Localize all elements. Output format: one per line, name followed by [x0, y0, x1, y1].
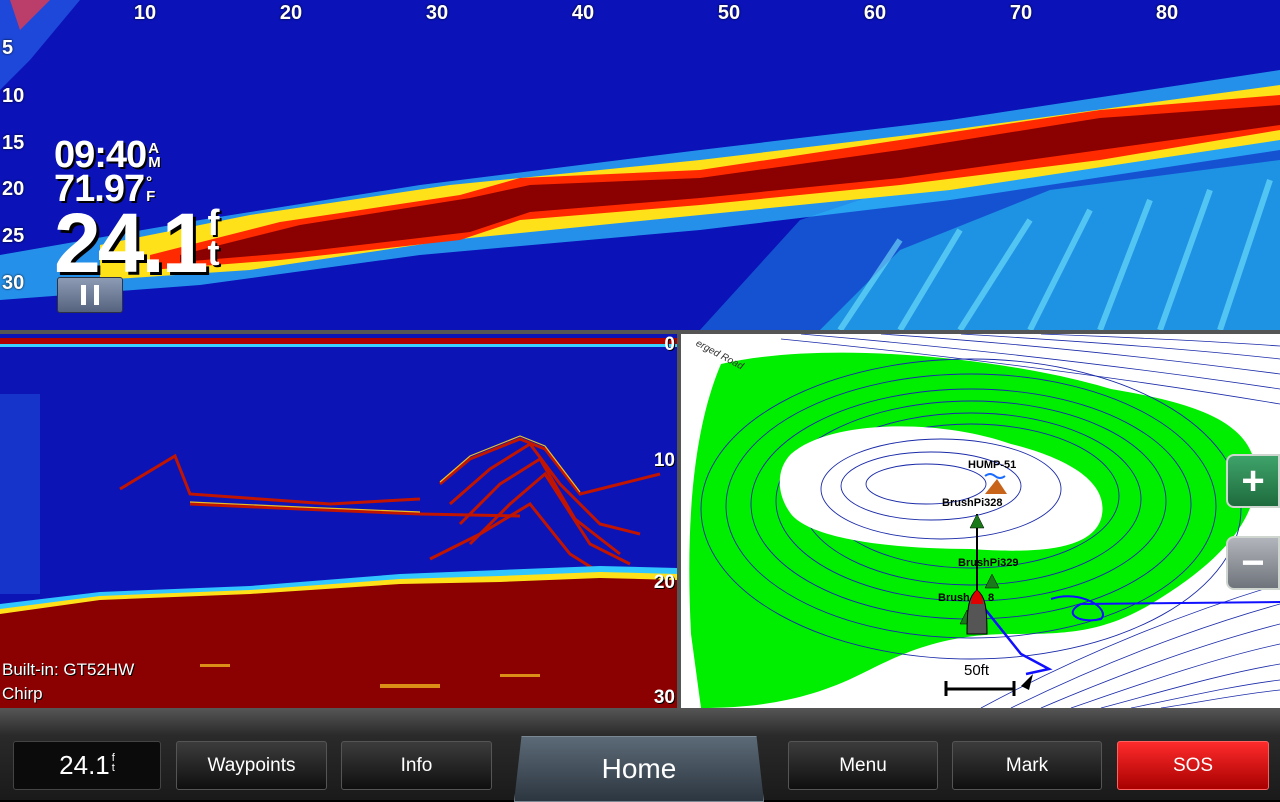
bottom-toolbar: 24.1 f t Waypoints Info Home Menu Mark S…	[0, 708, 1280, 802]
livescope-pane[interactable]: 10 20 30 40 50 60 70 80 5 10 15 20 25 30…	[0, 0, 1280, 330]
depth-tick: 10	[2, 85, 25, 107]
waypoint-label[interactable]: BrushPi329	[958, 557, 1019, 569]
pause-button[interactable]	[57, 277, 123, 313]
waypoints-button[interactable]: Waypoints	[176, 741, 327, 790]
data-overlay: 09:40 A M 71.97 ° F 24.1 f t	[54, 134, 220, 290]
home-button[interactable]: Home	[514, 736, 764, 802]
range-tick: 30	[425, 2, 449, 24]
minus-icon: −	[1241, 540, 1265, 585]
range-tick: 70	[1009, 2, 1033, 24]
sonar-depth-tick: 30	[653, 687, 675, 708]
sonar-pane[interactable]: 0 10 20 30 Built-in: GT52HW Chirp	[0, 334, 677, 708]
chart-map	[681, 334, 1280, 708]
sonar-depth-tick: 10	[653, 450, 675, 471]
scale-label: 50ft	[964, 662, 990, 679]
zoom-out-button[interactable]: −	[1226, 536, 1280, 590]
pause-icon	[94, 285, 99, 305]
depth-readout-large: 24.1 f t	[54, 196, 220, 290]
sonar-image	[0, 334, 677, 708]
depth-readout-unit-f: f	[111, 751, 115, 764]
sonar-depth-tick: 20	[653, 572, 675, 593]
pause-icon	[81, 285, 86, 305]
depth-tick: 25	[2, 225, 25, 247]
depth-unit-t: t	[207, 232, 220, 273]
depth-readout-value: 24.1	[59, 750, 110, 780]
depth-tick: 30	[2, 272, 25, 294]
waypoint-label[interactable]: 8	[988, 592, 994, 604]
range-tick: 10	[133, 2, 157, 24]
sonar-depth-tick: 0	[664, 334, 675, 355]
zoom-in-button[interactable]: +	[1226, 454, 1280, 508]
depth-tick: 5	[2, 37, 14, 59]
waypoint-label[interactable]: Brush	[938, 592, 970, 604]
mark-button[interactable]: Mark	[952, 741, 1102, 790]
time-readout: 09:40 A M	[54, 134, 220, 176]
info-button[interactable]: Info	[341, 741, 492, 790]
navigation-chart[interactable]: erged Road HUMP-51 BrushPi328 BrushPi329…	[681, 334, 1280, 708]
waypoint-label[interactable]: BrushPi328	[942, 497, 1003, 509]
plus-icon: +	[1241, 458, 1265, 503]
sonar-mode-label: Chirp	[2, 684, 43, 703]
depth-tick: 15	[2, 132, 25, 154]
range-tick: 80	[1155, 2, 1179, 24]
time-suffix-m: M	[148, 154, 161, 171]
menu-button[interactable]: Menu	[788, 741, 938, 790]
range-tick: 60	[863, 2, 887, 24]
waypoint-label[interactable]: HUMP-51	[968, 459, 1016, 471]
range-tick: 50	[717, 2, 741, 24]
range-tick: 20	[279, 2, 303, 24]
depth-readout-button[interactable]: 24.1 f t	[13, 741, 161, 790]
depth-value: 24.1	[54, 196, 208, 290]
transducer-label: Built-in: GT52HW	[2, 660, 135, 679]
depth-tick: 20	[2, 178, 25, 200]
time-value: 09:40	[54, 134, 147, 176]
sos-button[interactable]: SOS	[1117, 741, 1269, 790]
range-tick: 40	[571, 2, 595, 24]
depth-readout-unit-t: t	[111, 761, 115, 774]
